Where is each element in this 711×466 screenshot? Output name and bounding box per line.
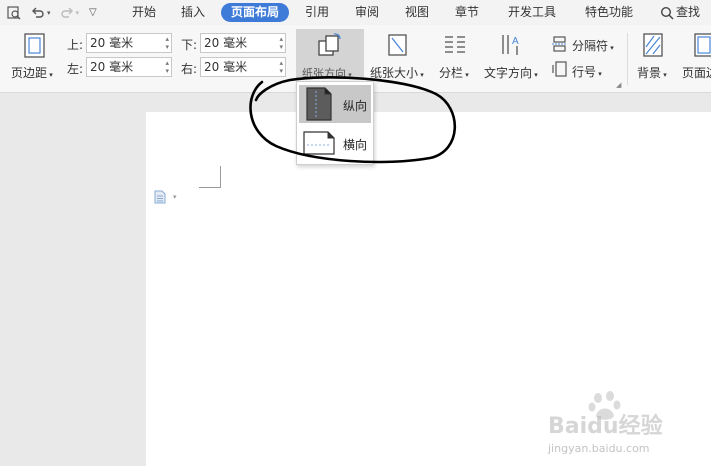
watermark-url: jingyan.baidu.com <box>548 442 650 455</box>
watermark-brand: Baidu经验 <box>548 414 663 439</box>
